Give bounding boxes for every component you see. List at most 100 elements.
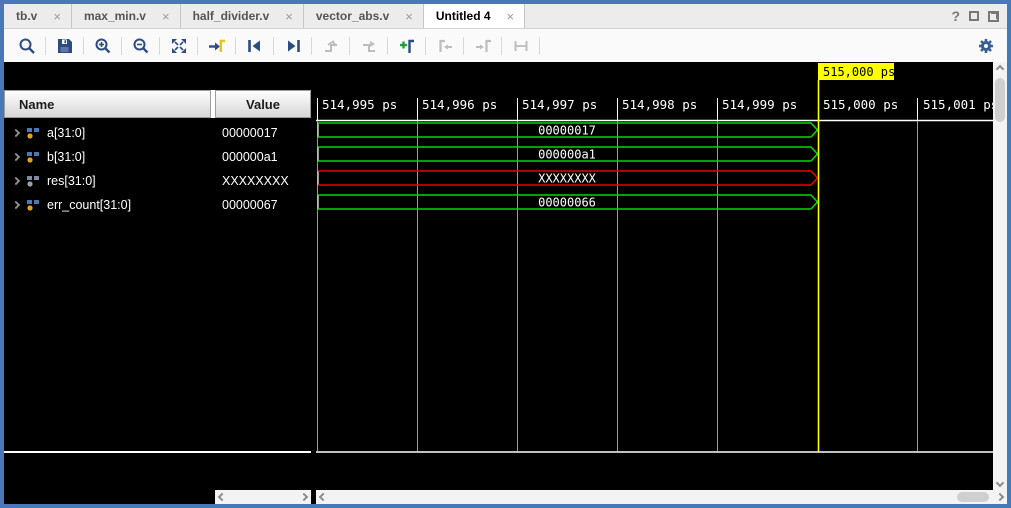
toolbar-separator <box>387 37 388 55</box>
close-icon[interactable]: × <box>53 10 61 23</box>
signal-value[interactable]: 00000017 <box>215 121 311 145</box>
float-window-icon[interactable] <box>988 11 999 22</box>
signal-name: b[31:0] <box>47 150 85 164</box>
wave-value-a: 00000017 <box>538 124 596 138</box>
settings-gear-icon[interactable] <box>972 32 999 59</box>
toolbar-separator <box>159 37 160 55</box>
toolbar-separator <box>501 37 502 55</box>
vivado-waveform-window: tb.v × max_min.v × half_divider.v × vect… <box>0 0 1011 508</box>
tab-bar: tb.v × max_min.v × half_divider.v × vect… <box>4 4 1007 29</box>
ruler-tick-label: 514,997 ps <box>522 97 597 112</box>
expand-chevron-icon[interactable] <box>12 129 20 137</box>
close-icon[interactable]: × <box>285 10 293 23</box>
ruler-tick-label: 515,001 ps <box>923 97 993 112</box>
name-column-header[interactable]: Name <box>4 90 211 118</box>
save-icon[interactable] <box>51 32 78 59</box>
ruler-tick-label: 514,999 ps <box>722 97 797 112</box>
previous-marker-icon[interactable] <box>431 32 458 59</box>
bus-signal-icon <box>26 175 40 187</box>
signal-name: a[31:0] <box>47 126 85 140</box>
toolbar-separator <box>45 37 46 55</box>
scroll-right-icon[interactable] <box>297 490 311 504</box>
bus-signal-icon <box>26 127 40 139</box>
expand-chevron-icon[interactable] <box>12 177 20 185</box>
wave-value-res: XXXXXXXX <box>538 172 597 186</box>
tab-half-divider-v[interactable]: half_divider.v × <box>181 4 304 28</box>
horizontal-scroll-thumb[interactable] <box>957 492 989 502</box>
go-to-last-icon[interactable] <box>355 32 382 59</box>
signal-row-b[interactable]: b[31:0] <box>4 145 211 169</box>
window-controls: ? <box>951 4 1007 28</box>
tab-max-min-v[interactable]: max_min.v × <box>72 4 181 28</box>
signal-name: res[31:0] <box>47 174 96 188</box>
ruler-tick-label: 514,996 ps <box>422 97 497 112</box>
waveform-toolbar <box>4 29 1007 62</box>
scroll-right-icon[interactable] <box>993 490 1007 504</box>
scroll-up-icon[interactable] <box>993 62 1007 76</box>
find-icon[interactable] <box>13 32 40 59</box>
toolbar-separator <box>425 37 426 55</box>
waveform-hscrollbar[interactable] <box>316 490 1007 504</box>
toolbar-separator <box>235 37 236 55</box>
signal-row-err-count[interactable]: err_count[31:0] <box>4 193 211 217</box>
close-icon[interactable]: × <box>162 10 170 23</box>
zoom-fit-icon[interactable] <box>165 32 192 59</box>
signal-row-a[interactable]: a[31:0] <box>4 121 211 145</box>
snap-to-transition-icon[interactable] <box>507 32 534 59</box>
signal-value[interactable]: 000000a1 <box>215 145 311 169</box>
add-marker-icon[interactable] <box>393 32 420 59</box>
column-header-band: Name Value <box>4 90 311 118</box>
toolbar-separator <box>349 37 350 55</box>
value-column-header[interactable]: Value <box>215 90 311 118</box>
tab-label: max_min.v <box>84 9 146 23</box>
tab-label: tb.v <box>16 9 37 23</box>
vertical-scrollbar[interactable] <box>993 62 1007 490</box>
wave-value-err: 00000066 <box>538 196 596 210</box>
next-marker-icon[interactable] <box>469 32 496 59</box>
cursor-marker-label: 515,000 ps <box>823 65 895 79</box>
tab-tb-v[interactable]: tb.v × <box>4 4 72 28</box>
swap-cursors-icon[interactable] <box>317 32 344 59</box>
tab-vector-abs-v[interactable]: vector_abs.v × <box>304 4 424 28</box>
next-transition-icon[interactable] <box>279 32 306 59</box>
toolbar-separator <box>539 37 540 55</box>
signal-value[interactable]: 00000067 <box>215 193 311 217</box>
expand-chevron-icon[interactable] <box>12 201 20 209</box>
vertical-scroll-thumb[interactable] <box>995 78 1005 122</box>
help-icon[interactable]: ? <box>951 8 960 24</box>
wave-value-b: 000000a1 <box>538 148 596 162</box>
signal-value[interactable]: XXXXXXXX <box>215 169 311 193</box>
toolbar-separator <box>273 37 274 55</box>
toolbar-separator <box>311 37 312 55</box>
zoom-in-icon[interactable] <box>89 32 116 59</box>
toolbar-separator <box>463 37 464 55</box>
signal-name: err_count[31:0] <box>47 198 131 212</box>
tab-label: Untitled 4 <box>436 9 491 23</box>
scroll-left-icon[interactable] <box>215 490 229 504</box>
ruler-tick-label: 514,998 ps <box>622 97 697 112</box>
close-icon[interactable]: × <box>405 10 413 23</box>
scroll-down-icon[interactable] <box>993 476 1007 490</box>
expand-chevron-icon[interactable] <box>12 153 20 161</box>
tab-label: vector_abs.v <box>316 9 389 23</box>
toolbar-separator <box>121 37 122 55</box>
value-panel-hscrollbar[interactable] <box>215 490 311 504</box>
previous-transition-icon[interactable] <box>241 32 268 59</box>
waveform-viewer: Name Value a[31:0] b[31:0] res[31:0] err… <box>4 62 1007 504</box>
bus-signal-icon <box>26 151 40 163</box>
ruler-tick-label: 514,995 ps <box>322 97 397 112</box>
zoom-out-icon[interactable] <box>127 32 154 59</box>
toolbar-separator <box>197 37 198 55</box>
panel-bottom-line <box>4 451 311 453</box>
close-icon[interactable]: × <box>507 10 515 23</box>
waveform-canvas[interactable]: 514,995 ps 514,996 ps 514,997 ps 514,998… <box>316 62 993 490</box>
maximize-icon[interactable] <box>969 11 979 21</box>
tab-label: half_divider.v <box>193 9 270 23</box>
toolbar-separator <box>83 37 84 55</box>
scroll-left-icon[interactable] <box>316 490 330 504</box>
ruler-tick-label: 515,000 ps <box>823 97 898 112</box>
signal-row-res[interactable]: res[31:0] <box>4 169 211 193</box>
go-to-cursor-icon[interactable] <box>203 32 230 59</box>
bus-signal-icon <box>26 199 40 211</box>
tab-untitled-4[interactable]: Untitled 4 × <box>424 4 525 28</box>
